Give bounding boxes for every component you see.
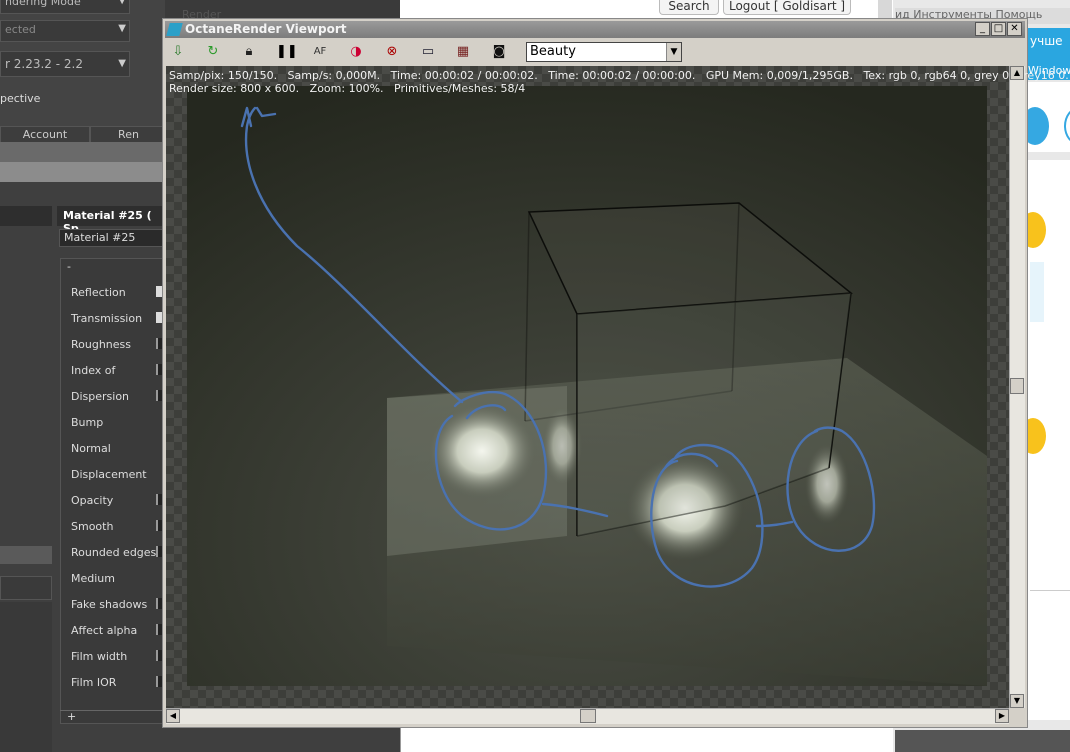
render-stats-line2: Render size: 800 x 600. Zoom: 100%. Prim… — [169, 82, 526, 95]
panel-field[interactable] — [0, 576, 52, 600]
render-image — [187, 86, 987, 686]
param-opacity: Opacity — [71, 494, 114, 507]
param-reflection: Reflection — [71, 286, 126, 299]
material-header: Material #25 ( Sp — [57, 206, 167, 235]
param-film-ior: Film IOR — [71, 676, 117, 689]
param-film-width: Film width — [71, 650, 128, 663]
logout-button[interactable]: Logout [ Goldisart ] — [723, 0, 851, 15]
param-rounded-edges: Rounded edges — [71, 546, 157, 559]
panel-area — [0, 602, 52, 752]
param-medium: Medium — [71, 572, 115, 585]
scroll-left-arrow[interactable]: ◀ — [166, 709, 180, 723]
panel-strip — [0, 206, 52, 226]
browser-bottom — [400, 726, 894, 752]
window-title: OctaneRender Viewport — [185, 22, 347, 36]
rendered-scene — [187, 86, 987, 686]
display-icon[interactable]: ▭ — [419, 43, 437, 61]
chat-bubble — [1030, 262, 1044, 322]
render-stats-line1: Samp/pix: 150/150. Samp/s: 0,000M. Time:… — [169, 69, 1069, 82]
param-dispersion: Dispersion — [71, 390, 130, 403]
taskbar-thumbnail — [895, 730, 1070, 752]
autofocus-icon[interactable]: AF — [311, 43, 329, 61]
renderer-version-combo[interactable]: r 2.23.2 - 2.2 ▼ — [0, 51, 130, 77]
search-button[interactable]: Search — [659, 0, 719, 15]
restart-render-icon[interactable]: ↻ — [204, 43, 222, 61]
panel-strip — [0, 546, 52, 564]
rollout-expand-button[interactable]: + — [67, 710, 76, 723]
chevron-down-icon: ▼ — [118, 0, 126, 6]
param-roughness: Roughness — [71, 338, 132, 351]
scroll-right-arrow[interactable]: ▶ — [995, 709, 1009, 723]
scroll-down-arrow[interactable]: ▼ — [1010, 694, 1024, 708]
clear-icon[interactable]: ⊗ — [383, 43, 401, 61]
param-fake-shadows: Fake shadows — [71, 598, 148, 611]
region-render-icon[interactable]: ▦ — [454, 43, 472, 61]
viewport-label: pective — [0, 92, 41, 105]
chevron-down-icon: ▼ — [118, 58, 126, 69]
material-name-field[interactable]: Material #25 — [59, 229, 167, 247]
rollout-collapse-button[interactable]: - — [67, 260, 71, 273]
chevron-down-icon: ▼ — [666, 43, 681, 61]
divider — [1030, 590, 1070, 591]
pause-icon[interactable]: ❚❚ — [276, 43, 298, 61]
minimize-button[interactable]: _ — [975, 22, 990, 36]
param-transmission: Transmission — [71, 312, 143, 325]
divider — [0, 142, 165, 162]
divider — [0, 162, 165, 182]
param-affect-alpha: Affect alpha — [71, 624, 138, 637]
param-smooth: Smooth — [71, 520, 114, 533]
scroll-up-arrow[interactable]: ▲ — [1010, 66, 1024, 80]
rendering-mode-combo[interactable]: ndering Mode ▼ — [0, 0, 130, 14]
selection-combo[interactable]: ected ▼ — [0, 20, 130, 42]
chevron-down-icon: ▼ — [118, 23, 126, 34]
close-button[interactable]: ✕ — [1007, 22, 1022, 36]
color-picker-icon[interactable]: ◑ — [347, 43, 365, 61]
camera-icon[interactable]: ◙ — [490, 43, 508, 61]
render-pass-value: Beauty — [530, 44, 576, 59]
param-bump: Bump — [71, 416, 104, 429]
resize-grip[interactable] — [1010, 709, 1025, 724]
send-scene-icon[interactable]: ⇩ — [169, 43, 187, 61]
banner-text: учше — [1030, 34, 1063, 48]
maximize-button[interactable]: □ — [991, 22, 1006, 36]
param-normal: Normal — [71, 442, 111, 455]
lock-icon[interactable]: 🔒︎ — [240, 43, 258, 61]
render-pass-select[interactable]: Beauty ▼ — [526, 42, 682, 62]
vertical-scroll-thumb[interactable] — [1010, 378, 1024, 394]
param-displacement: Displacement — [71, 468, 147, 481]
horizontal-scroll-thumb[interactable] — [580, 709, 596, 723]
param-index: Index of — [71, 364, 116, 377]
light-spot — [427, 403, 537, 499]
